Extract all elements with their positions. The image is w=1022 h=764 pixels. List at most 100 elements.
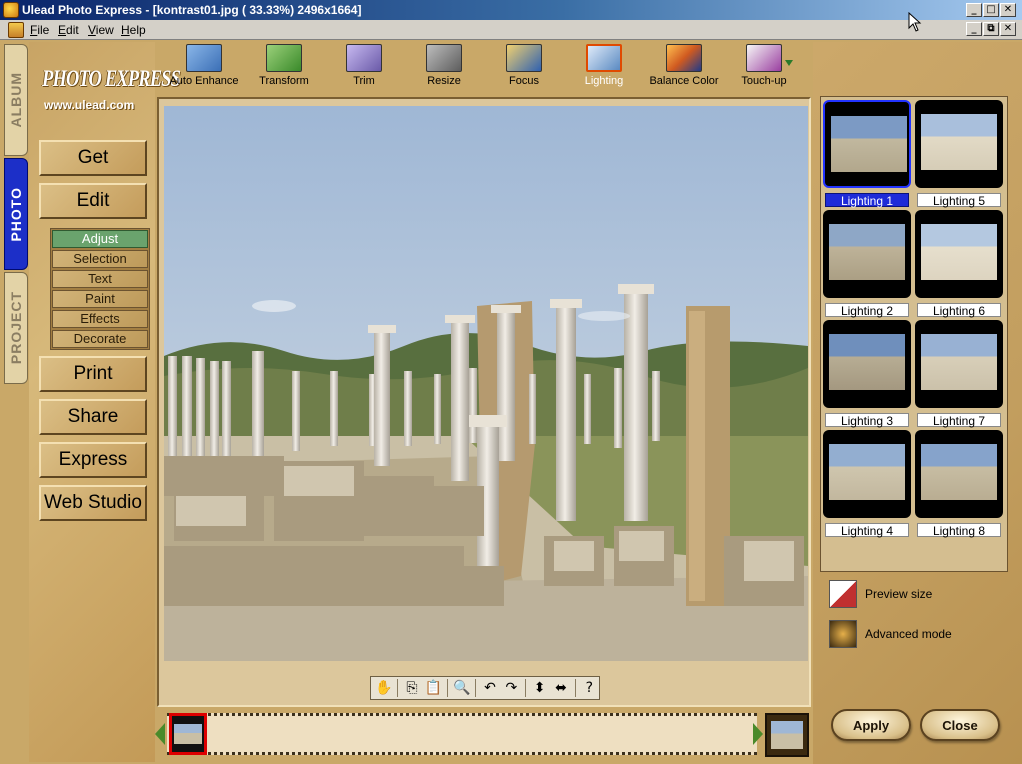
balance-color-icon — [666, 44, 702, 72]
sub-adjust[interactable]: Adjust — [52, 230, 148, 248]
copy-icon[interactable]: ⎘ — [402, 678, 421, 698]
photo-canvas[interactable] — [164, 106, 808, 661]
doc-restore-button[interactable]: ⧉ — [983, 22, 999, 36]
filmstrip-right-icon[interactable] — [753, 723, 763, 745]
preset-thumbnail[interactable] — [823, 210, 911, 298]
nav-edit-button[interactable]: Edit — [39, 183, 147, 219]
filmstrip-track[interactable] — [167, 713, 757, 755]
tab-project[interactable]: PROJECT — [4, 272, 28, 384]
sub-text[interactable]: Text — [52, 270, 148, 288]
preset-label[interactable]: Lighting 2 — [825, 303, 909, 318]
maximize-button[interactable]: □ — [983, 3, 999, 17]
tool-balance-color[interactable]: Balance Color — [644, 42, 724, 92]
tool-bar: Auto Enhance Transform Trim Resize Focus… — [155, 42, 817, 94]
close-button[interactable]: ✕ — [1000, 3, 1016, 17]
nav-print-button[interactable]: Print — [39, 356, 147, 392]
chevron-down-icon[interactable] — [785, 60, 793, 66]
layers-up-icon[interactable]: ⬍ — [530, 678, 549, 698]
preset-thumbnail[interactable] — [823, 320, 911, 408]
separator — [574, 679, 576, 697]
tool-transform[interactable]: Transform — [244, 42, 324, 92]
preset-thumbnail[interactable] — [915, 100, 1003, 188]
preset-thumbnail[interactable] — [915, 210, 1003, 298]
filmstrip — [155, 711, 811, 757]
preset-label[interactable]: Lighting 1 — [825, 193, 909, 208]
sub-decorate[interactable]: Decorate — [52, 330, 148, 348]
mouse-cursor-icon — [908, 12, 922, 32]
touch-up-icon — [746, 44, 782, 72]
document-icon[interactable] — [8, 22, 24, 38]
nav-get-button[interactable]: Get — [39, 140, 147, 176]
filmstrip-thumbnail[interactable] — [169, 713, 207, 755]
tool-resize[interactable]: Resize — [404, 42, 484, 92]
tool-lighting[interactable]: Lighting — [564, 42, 644, 92]
view-toolbar: ✋ ⎘ 📋 🔍 ↶ ↷ ⬍ ⬌ ? — [370, 676, 600, 700]
preset-label[interactable]: Lighting 3 — [825, 413, 909, 428]
tool-focus[interactable]: Focus — [484, 42, 564, 92]
paste-icon[interactable]: 📋 — [424, 678, 443, 698]
resize-icon — [426, 44, 462, 72]
nav-express-button[interactable]: Express — [39, 442, 147, 478]
preset-label[interactable]: Lighting 6 — [917, 303, 1001, 318]
tool-label: Balance Color — [649, 75, 719, 87]
tool-label: Touch-up — [741, 75, 787, 87]
tab-photo-label: PHOTO — [8, 186, 24, 242]
tool-auto-enhance[interactable]: Auto Enhance — [164, 42, 244, 92]
preset-thumbnail[interactable] — [823, 100, 911, 188]
logo-text: PHOTO EXPRESS — [42, 66, 181, 91]
undo-icon[interactable]: ↶ — [480, 678, 499, 698]
tool-label: Auto Enhance — [169, 75, 239, 87]
help-icon[interactable]: ? — [580, 678, 599, 698]
separator — [475, 679, 477, 697]
photo-canvas-frame — [157, 97, 811, 707]
tool-label: Transform — [259, 75, 309, 87]
lighting-icon — [586, 44, 622, 72]
doc-close-button[interactable]: ✕ — [1000, 22, 1016, 36]
photo-express-window: Ulead Photo Express - [kontrast01.jpg ( … — [0, 0, 1022, 764]
tool-label: Focus — [509, 75, 539, 87]
redo-icon[interactable]: ↷ — [502, 678, 521, 698]
logo-url: www.ulead.com — [44, 98, 135, 112]
preset-thumbnail[interactable] — [823, 430, 911, 518]
sub-selection[interactable]: Selection — [52, 250, 148, 268]
tool-trim[interactable]: Trim — [324, 42, 404, 92]
filmstrip-left-icon[interactable] — [155, 723, 165, 745]
advanced-mode-label: Advanced mode — [865, 627, 952, 641]
tool-label: Trim — [353, 75, 375, 87]
menu-file[interactable]: File — [30, 23, 49, 37]
preset-label[interactable]: Lighting 5 — [917, 193, 1001, 208]
tab-album-label: ALBUM — [8, 72, 24, 128]
layers-down-icon[interactable]: ⬌ — [551, 678, 570, 698]
minimize-button[interactable]: _ — [966, 3, 982, 17]
menu-help[interactable]: Help — [121, 23, 146, 37]
trim-icon — [346, 44, 382, 72]
hand-icon[interactable]: ✋ — [374, 678, 393, 698]
app-icon[interactable] — [3, 2, 19, 18]
nav-share-button[interactable]: Share — [39, 399, 147, 435]
advanced-mode-icon — [829, 620, 857, 648]
tab-photo[interactable]: PHOTO — [4, 158, 28, 270]
zoom-icon[interactable]: 🔍 — [452, 678, 471, 698]
preset-thumbnail[interactable] — [915, 320, 1003, 408]
menu-view[interactable]: View — [88, 23, 114, 37]
tab-album[interactable]: ALBUM — [4, 44, 28, 156]
menu-edit[interactable]: Edit — [58, 23, 79, 37]
doc-minimize-button[interactable]: _ — [966, 22, 982, 36]
separator — [525, 679, 526, 697]
tool-touch-up[interactable]: Touch-up — [724, 42, 804, 92]
sub-paint[interactable]: Paint — [52, 290, 148, 308]
tab-project-label: PROJECT — [8, 291, 24, 365]
nav-web-studio-button[interactable]: Web Studio — [39, 485, 147, 521]
close-dialog-button[interactable]: Close — [920, 709, 1000, 741]
apply-button[interactable]: Apply — [831, 709, 911, 741]
window-title: Ulead Photo Express - [kontrast01.jpg ( … — [22, 3, 362, 17]
preview-size-label: Preview size — [865, 587, 933, 601]
sub-effects[interactable]: Effects — [52, 310, 148, 328]
preview-size-icon — [829, 580, 857, 608]
preset-label[interactable]: Lighting 8 — [917, 523, 1001, 538]
tool-label: Resize — [427, 75, 461, 87]
preset-label[interactable]: Lighting 7 — [917, 413, 1001, 428]
preset-thumbnail[interactable] — [915, 430, 1003, 518]
filmstrip-end-thumbnail[interactable] — [765, 713, 809, 757]
preset-label[interactable]: Lighting 4 — [825, 523, 909, 538]
